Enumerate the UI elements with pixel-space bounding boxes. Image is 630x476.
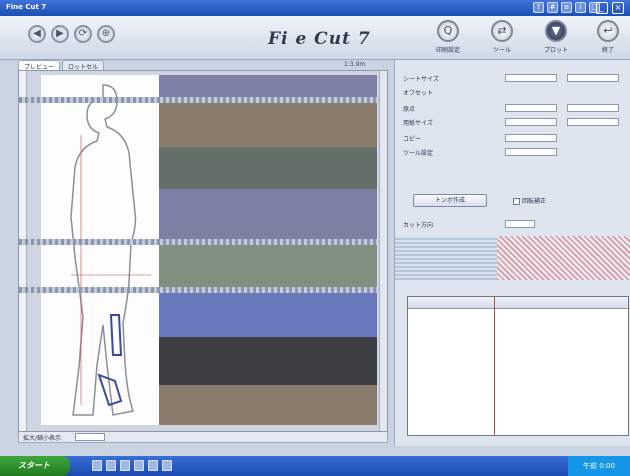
checkbox-icon	[513, 198, 520, 205]
sheet-size-label: シートサイズ	[403, 76, 439, 83]
tool-settings-field[interactable]	[505, 148, 557, 156]
tool-settings-label: ツール設定	[403, 150, 434, 157]
app-icon[interactable]	[148, 460, 158, 471]
cut-direction-field[interactable]	[505, 220, 535, 228]
scale-readout: 1:3.9m	[344, 61, 366, 68]
canvas-scrollbar[interactable]	[379, 71, 387, 431]
origin-y-field[interactable]	[567, 104, 619, 112]
main-toolbar: ◀ ▶ ⟳ ⊕ Fi e Cut 7 Q 印刷設定 ⇄ ツール ▼ プロット ↩…	[0, 16, 630, 60]
system-clock: 午前 0:00	[568, 456, 630, 476]
zoom-select[interactable]	[75, 433, 105, 441]
stripe-sage	[159, 241, 377, 289]
plot-button[interactable]: ▼ プロット	[536, 20, 576, 54]
folder-icon[interactable]	[120, 460, 130, 471]
layer-icon[interactable]: ≡	[561, 2, 572, 13]
tool-label: ツール	[492, 47, 511, 54]
vertical-ruler	[19, 71, 27, 431]
figure-preview	[41, 75, 159, 425]
grid-icon[interactable]: #	[547, 2, 558, 13]
paper-size-label: 用紙サイズ	[403, 120, 433, 127]
stripe-blue	[159, 289, 377, 337]
stripe-purple-1	[159, 75, 377, 97]
zoom-label: 拡大/縮小表示	[23, 435, 62, 442]
refresh-button[interactable]: ⟳	[74, 25, 92, 43]
window-title: Fine Cut 7	[6, 3, 47, 11]
title-bar-icons: ? # ≡ i □	[533, 2, 600, 13]
paper-height-field[interactable]	[567, 118, 619, 126]
stripe-purple-2	[159, 189, 377, 241]
view-tabs: プレビュー ロットセル	[18, 60, 105, 71]
stripe-brown-2	[159, 385, 377, 425]
info-icon[interactable]: i	[575, 2, 586, 13]
app-logo: Fi e Cut 7	[268, 29, 371, 49]
minimize-icon[interactable]: _	[596, 2, 608, 14]
layer-list-header	[408, 297, 628, 309]
exit-button[interactable]: ↩ 終了	[588, 20, 628, 54]
close-icon[interactable]: ×	[612, 2, 624, 14]
tab-lot-cell[interactable]: ロットセル	[62, 60, 105, 71]
media-icon[interactable]	[134, 460, 144, 471]
print-settings-button[interactable]: Q 印刷設定	[428, 20, 468, 54]
back-button[interactable]: ◀	[28, 25, 46, 43]
preview-canvas[interactable]	[18, 70, 388, 432]
scanline-band-1	[19, 97, 379, 103]
canvas-status-bar: 拡大/縮小表示	[18, 432, 388, 443]
exit-icon: ↩	[597, 20, 619, 42]
zoom-button[interactable]: ⊕	[97, 25, 115, 43]
rotate-correction-checkbox[interactable]: 回転補正	[513, 196, 546, 206]
create-marks-button[interactable]: トンボ作成	[413, 194, 487, 207]
layer-list[interactable]	[407, 296, 629, 436]
quick-launch	[92, 460, 172, 471]
tab-preview[interactable]: プレビュー	[18, 60, 61, 71]
title-bar: Fine Cut 7 ? # ≡ i □ _ ×	[0, 0, 630, 16]
copy-label: コピー	[403, 136, 422, 143]
glitch-band-red	[497, 236, 630, 280]
origin-x-field[interactable]	[505, 104, 557, 112]
copy-count-field[interactable]	[505, 134, 557, 142]
ie-icon[interactable]	[92, 460, 102, 471]
settings-icon: ⇄	[491, 20, 513, 42]
cut-direction-label: カット方向	[403, 222, 434, 229]
help-icon[interactable]: ?	[533, 2, 544, 13]
figure-outline-icon	[70, 84, 151, 416]
stripe-brown	[159, 97, 377, 147]
property-panel: シートサイズ オフセット 原点 用紙サイズ コピー ツール設定 トンボ作成 回転…	[394, 60, 630, 446]
desktop-icon[interactable]	[106, 460, 116, 471]
exit-label: 終了	[601, 47, 614, 54]
scanline-band-2	[19, 239, 379, 245]
scanline-band-3	[19, 287, 379, 293]
start-button[interactable]: スタート	[0, 456, 70, 476]
sheet-size-field-2[interactable]	[567, 74, 619, 82]
forward-button[interactable]: ▶	[51, 25, 69, 43]
plot-label: プロット	[543, 47, 568, 54]
tool-button[interactable]: ⇄ ツール	[482, 20, 522, 54]
sheet-size-field[interactable]	[505, 74, 557, 82]
print-settings-label: 印刷設定	[435, 47, 460, 54]
taskbar: スタート 午前 0:00	[0, 456, 630, 476]
offset-label: オフセット	[403, 90, 434, 97]
rotate-correction-label: 回転補正	[522, 198, 547, 205]
stripe-gray	[159, 147, 377, 189]
paper-width-field[interactable]	[505, 118, 557, 126]
mail-icon[interactable]	[162, 460, 172, 471]
stripe-dark	[159, 337, 377, 385]
plotter-icon: ▼	[545, 20, 567, 42]
search-icon: Q	[437, 20, 459, 42]
layer-list-divider	[494, 297, 495, 435]
origin-label: 原点	[403, 106, 416, 113]
